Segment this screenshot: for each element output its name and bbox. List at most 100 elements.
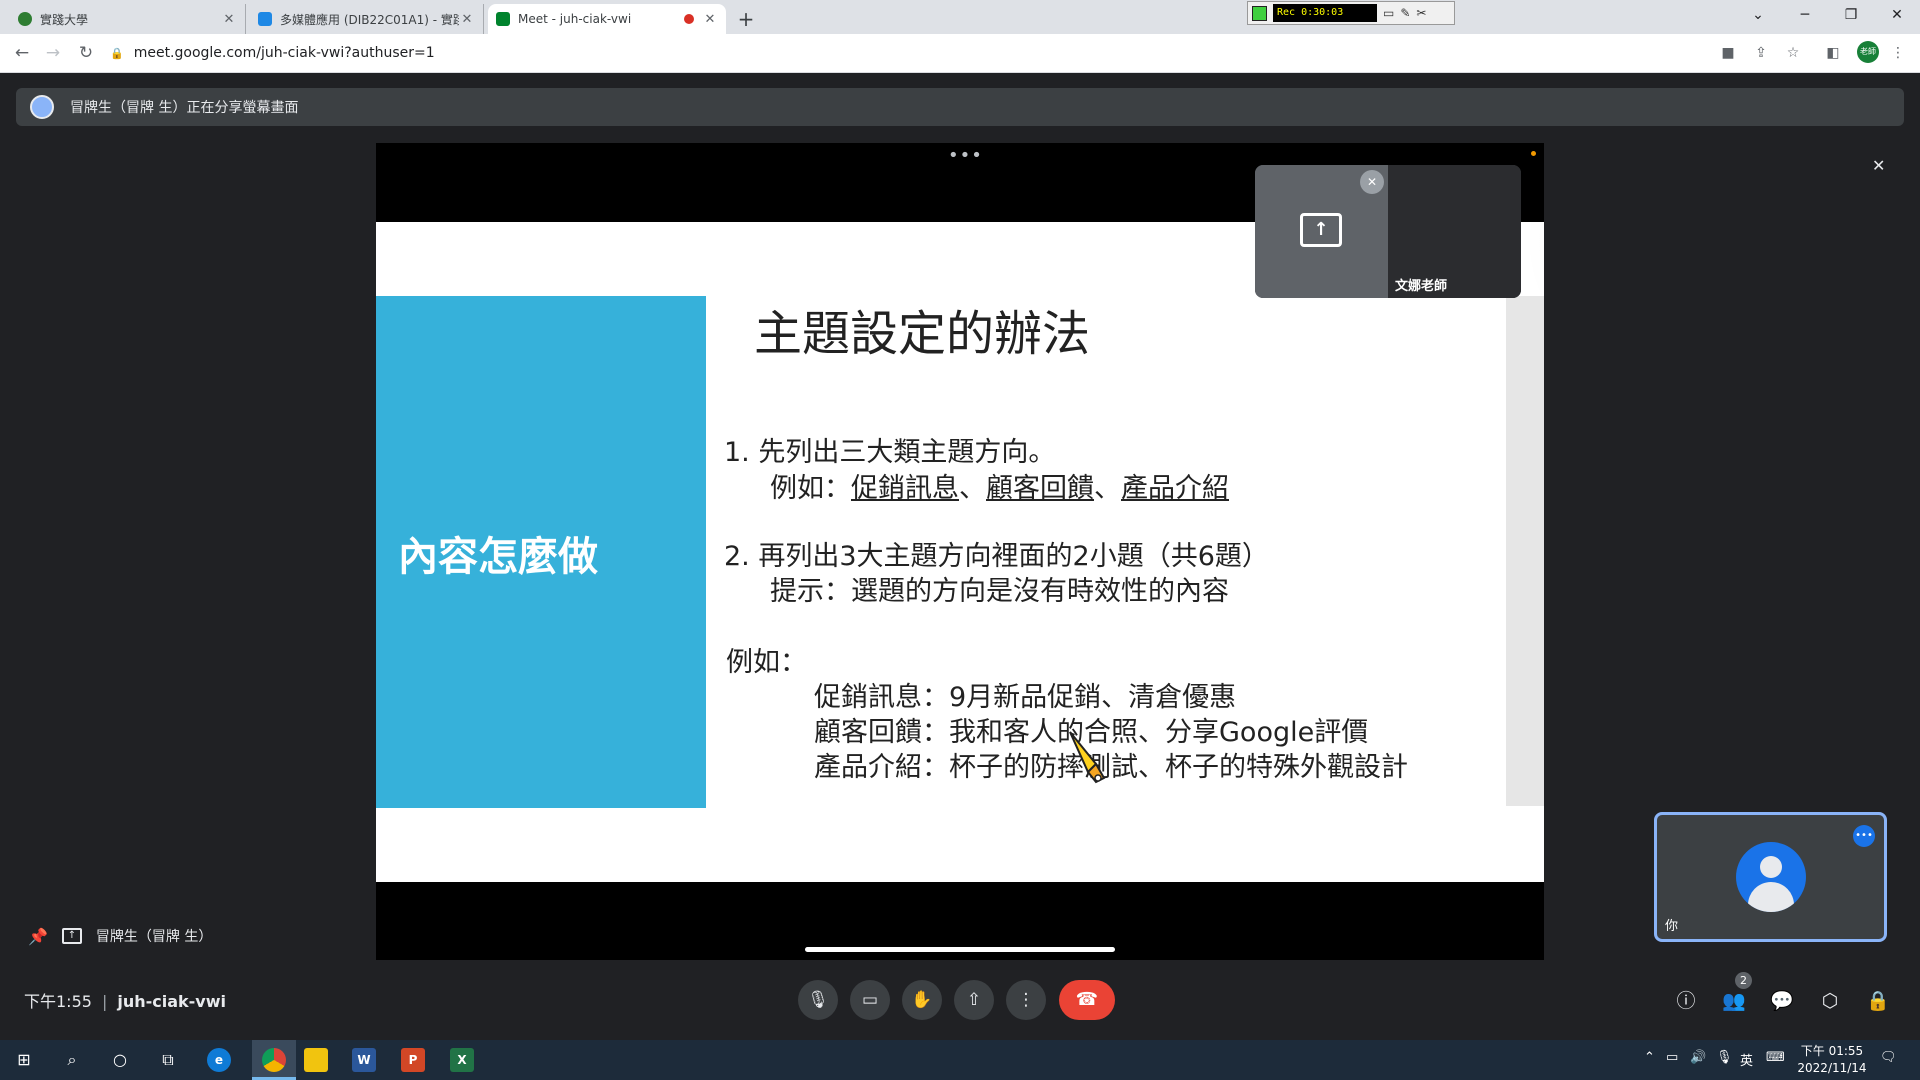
slide-example-3: 產品介紹：杯子的防摔測試、杯子的特殊外觀設計 xyxy=(814,752,1408,783)
self-label: 你 xyxy=(1665,919,1679,934)
presenter-label: 📌 ↑ 冒牌生（冒牌 生） xyxy=(28,926,212,946)
separator: 、 xyxy=(1094,473,1121,504)
muted-mic-icon: ✕ xyxy=(1360,170,1384,194)
side-panel-icon[interactable]: ◧ xyxy=(1823,43,1843,63)
meeting-time: 下午1:55 xyxy=(24,992,92,1011)
window-close-button[interactable]: ✕ xyxy=(1877,4,1917,26)
lock-icon[interactable]: 🔒 xyxy=(110,47,124,60)
slide-item-2: 2. 再列出3大主題方向裡面的2小題（共6題） xyxy=(724,541,1269,572)
restore-button[interactable]: ❐ xyxy=(1831,4,1871,26)
file-explorer-icon[interactable] xyxy=(304,1048,328,1072)
ime-indicator[interactable]: 英 xyxy=(1740,1050,1753,1069)
word-icon[interactable]: W xyxy=(352,1048,376,1072)
present-screen-icon: ↑ xyxy=(61,928,82,944)
avatar-head xyxy=(1760,856,1782,878)
taskbar-clock[interactable]: 下午 01:55 2022/11/14 xyxy=(1792,1043,1872,1077)
presenter-avatar-icon xyxy=(30,95,54,119)
forward-button[interactable]: → xyxy=(41,41,65,65)
meeting-details-icon[interactable]: ⓘ xyxy=(1673,988,1699,1014)
meeting-code: juh-ciak-vwi xyxy=(117,992,226,1011)
presenter-label-text: 冒牌生（冒牌 生） xyxy=(95,929,213,945)
presenting-banner: 冒牌生（冒牌 生）正在分享螢幕畫面 xyxy=(16,88,1904,126)
volume-icon[interactable]: 🔊 xyxy=(1690,1050,1706,1065)
slide-item-1-examples: 例如：促銷訊息、顧客回饋、產品介紹 xyxy=(770,466,1229,505)
tab-search-button[interactable]: ⌄ xyxy=(1738,4,1778,26)
recorder-scissors-icon[interactable]: ✂ xyxy=(1416,6,1426,20)
more-options-button[interactable]: ⋮ xyxy=(1006,980,1046,1020)
camera-in-use-icon[interactable]: ■ xyxy=(1718,43,1738,63)
close-icon[interactable]: ✕ xyxy=(459,12,475,27)
present-screen-icon: ↑ xyxy=(1300,213,1342,247)
presenter-tile-screen: ↑ ✕ xyxy=(1255,165,1388,298)
minimize-button[interactable]: ─ xyxy=(1785,4,1825,26)
mic-button[interactable]: 🎙 xyxy=(798,980,838,1020)
presentation-more-icon[interactable]: ••• xyxy=(948,145,983,166)
university-favicon-icon xyxy=(18,12,32,26)
link-promotion: 促銷訊息 xyxy=(851,473,959,504)
host-controls-icon[interactable]: 🔒 xyxy=(1865,988,1891,1014)
network-icon[interactable]: ▭ xyxy=(1666,1050,1678,1065)
pin-icon[interactable]: 📌 xyxy=(28,927,48,946)
tab-title: 多媒體應用 (DIB22C01A1) - 實踐 xyxy=(280,12,459,27)
tray-expand-icon[interactable]: ⌃ xyxy=(1644,1050,1655,1065)
cortana-icon[interactable]: ○ xyxy=(104,1044,136,1076)
slide-example-1: 促銷訊息：9月新品促銷、清倉優惠 xyxy=(814,682,1237,713)
recorder-pen-icon[interactable]: ✎ xyxy=(1400,6,1410,20)
tab-shijian-university[interactable]: 實踐大學 ✕ xyxy=(10,4,246,34)
clock-time: 下午 01:55 xyxy=(1800,1044,1864,1058)
presenter-name: 文娜老師 xyxy=(1395,279,1448,294)
meet-favicon-icon xyxy=(496,12,510,26)
close-icon[interactable]: ✕ xyxy=(221,12,237,27)
search-icon[interactable]: ⌕ xyxy=(56,1044,88,1076)
share-icon[interactable]: ⇪ xyxy=(1751,43,1771,63)
keyboard-icon[interactable]: ⌨ xyxy=(1766,1050,1785,1065)
clock-date: 2022/11/14 xyxy=(1797,1061,1867,1075)
powerpoint-icon[interactable]: P xyxy=(401,1048,425,1072)
activities-icon[interactable]: ⬡ xyxy=(1817,988,1843,1014)
bookmark-star-icon[interactable]: ☆ xyxy=(1783,43,1803,63)
present-button[interactable]: ⇧ xyxy=(954,980,994,1020)
profile-avatar[interactable]: 老師 xyxy=(1857,41,1879,63)
new-tab-button[interactable]: + xyxy=(732,6,760,32)
link-product-intro: 產品介紹 xyxy=(1121,473,1229,504)
mic-tray-icon[interactable]: 🎙 xyxy=(1716,1050,1733,1065)
start-button-icon[interactable]: ⊞ xyxy=(8,1044,40,1076)
chrome-icon[interactable] xyxy=(262,1048,286,1072)
link-customer-feedback: 顧客回饋 xyxy=(986,473,1094,504)
slide-title: 主題設定的辦法 xyxy=(754,306,1091,362)
screen-progress-bar xyxy=(805,947,1115,952)
participant-count-badge: 2 xyxy=(1735,972,1752,989)
close-icon[interactable]: ✕ xyxy=(702,12,718,27)
edge-icon[interactable]: e xyxy=(207,1048,231,1072)
camera-button[interactable]: ▭ xyxy=(850,980,890,1020)
url-text: meet.google.com/juh-ciak-vwi?authuser=1 xyxy=(133,45,435,61)
reload-button[interactable]: ↻ xyxy=(74,41,98,65)
notifications-icon[interactable]: 🗨 xyxy=(1880,1050,1897,1065)
recorder-screen-icon[interactable]: ▭ xyxy=(1383,6,1394,20)
tab-title: Meet - juh-ciak-vwi xyxy=(518,12,632,26)
avatar-body xyxy=(1748,882,1794,912)
chrome-menu-icon[interactable]: ⋮ xyxy=(1888,43,1908,63)
audio-indicator-icon: ••• xyxy=(1853,825,1875,847)
course-favicon-icon xyxy=(258,12,272,26)
address-bar[interactable]: 🔒 meet.google.com/juh-ciak-vwi?authuser=… xyxy=(110,39,1710,67)
back-button[interactable]: ← xyxy=(10,41,34,65)
task-view-icon[interactable]: ⧉ xyxy=(152,1044,184,1076)
recording-dot-icon xyxy=(684,14,694,24)
example-prefix: 例如： xyxy=(770,473,851,504)
chat-icon[interactable]: 💬 xyxy=(1769,988,1795,1014)
presentation-slide: 內容怎麼做 主題設定的辦法 1. 先列出三大類主題方向。 例如：促銷訊息、顧客回… xyxy=(376,222,1544,882)
separator: 、 xyxy=(959,473,986,504)
excel-icon[interactable]: X xyxy=(450,1048,474,1072)
tab-multimedia-course[interactable]: 多媒體應用 (DIB22C01A1) - 實踐 ✕ xyxy=(250,4,484,34)
presenter-tile[interactable]: ↑ ✕ 文娜老師 xyxy=(1255,165,1521,298)
raise-hand-button[interactable]: ✋ xyxy=(902,980,942,1020)
people-icon[interactable]: 👥 xyxy=(1721,988,1747,1014)
tab-meet[interactable]: Meet - juh-ciak-vwi ✕ xyxy=(488,4,726,34)
slide-item-2-hint: 提示：選題的方向是沒有時效性的內容 xyxy=(770,576,1229,607)
self-video-tile[interactable]: ••• 你 xyxy=(1654,812,1887,942)
leave-call-button[interactable]: ☎ xyxy=(1059,980,1115,1020)
screen-recorder-widget[interactable]: Rec 0:30:03 ▭ ✎ ✂ xyxy=(1247,1,1455,25)
slide-side-bar xyxy=(1506,296,1544,806)
banner-text: 冒牌生（冒牌 生）正在分享螢幕畫面 xyxy=(70,100,299,116)
